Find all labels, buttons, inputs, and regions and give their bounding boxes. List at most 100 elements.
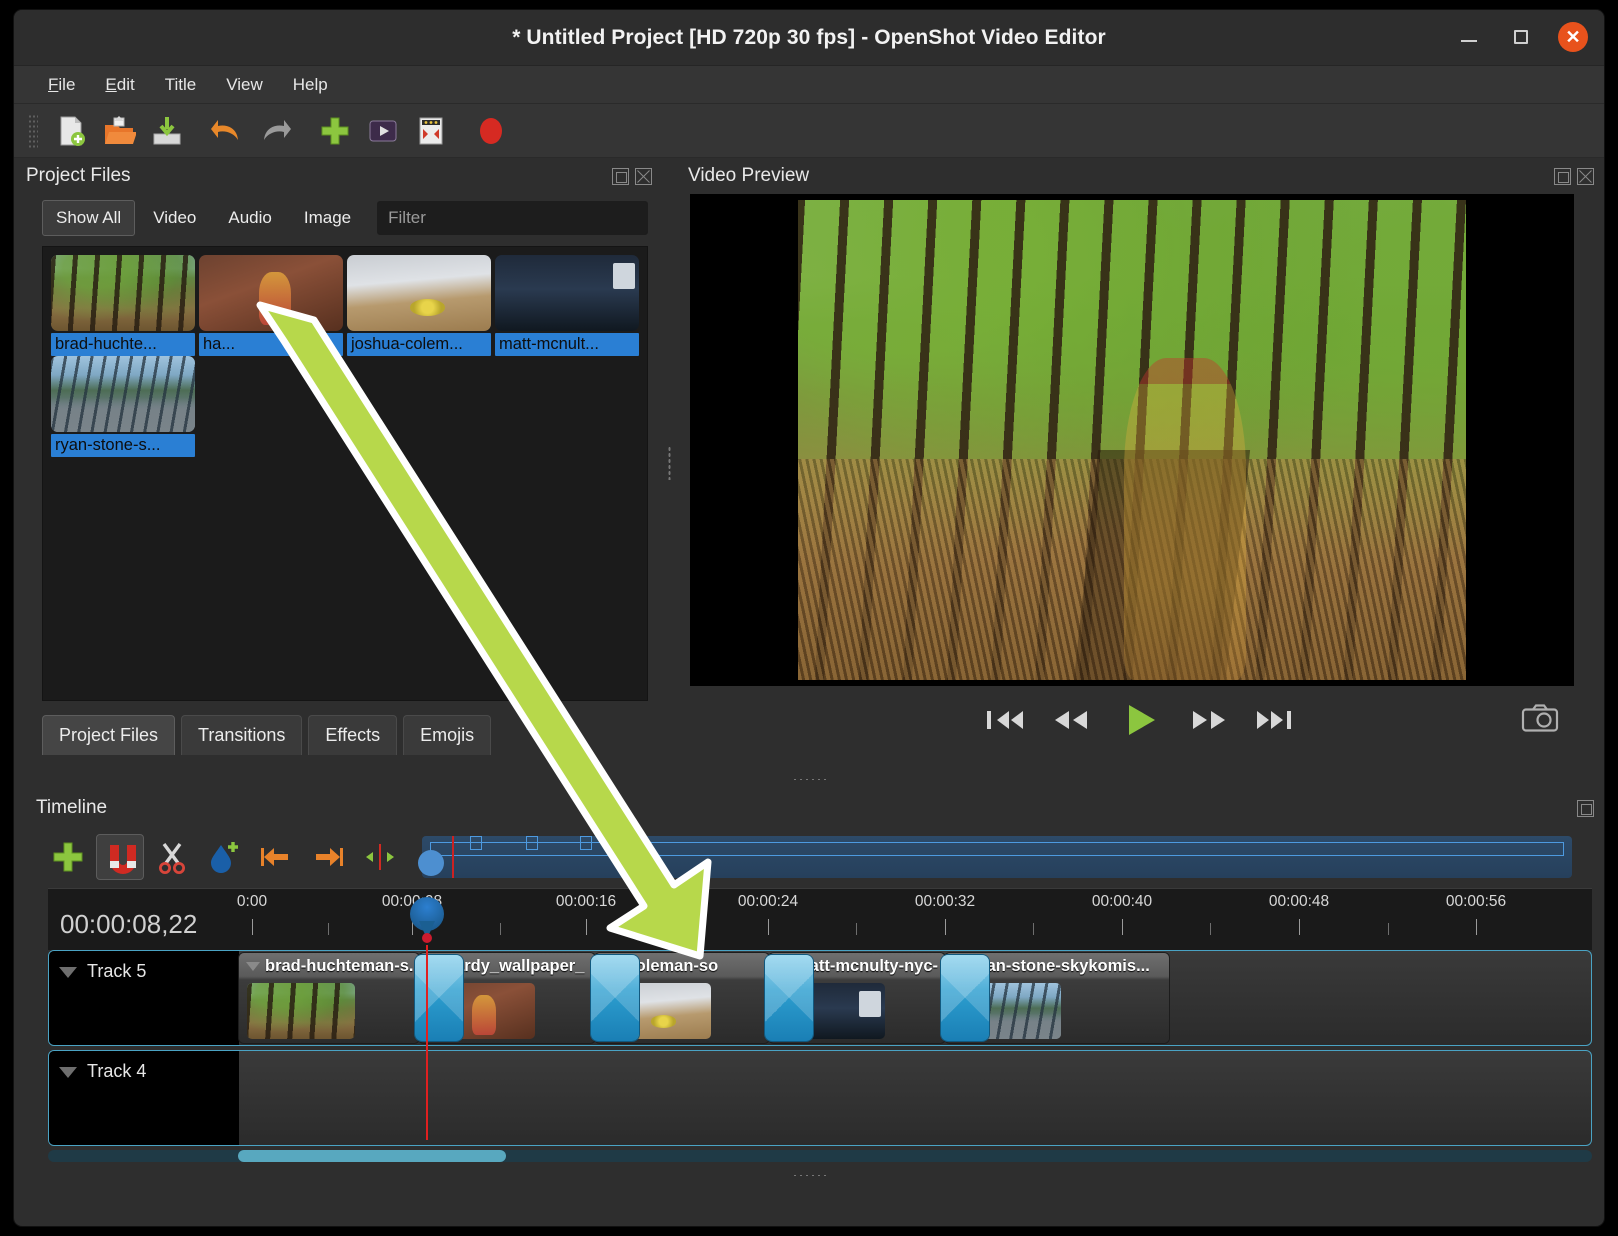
timeline-transition[interactable] [415,955,463,1041]
list-item[interactable]: matt-mcnult... [493,255,641,356]
tab-project-files[interactable]: Project Files [42,715,175,755]
undo-icon [210,114,244,148]
save-project-button[interactable] [144,109,190,153]
play-button[interactable] [1115,700,1165,740]
ruler-label: 00:00:16 [556,893,616,911]
fullscreen-icon [366,114,400,148]
add-marker-button[interactable] [200,834,248,880]
current-timecode: 00:00:08,22 [60,909,197,940]
filter-video-button[interactable]: Video [139,200,210,236]
float-panel-icon[interactable] [1577,800,1594,817]
timeline-hscrollbar-thumb[interactable] [238,1150,506,1162]
tab-effects[interactable]: Effects [308,715,397,755]
chevron-down-icon[interactable] [59,1067,77,1078]
razor-tool-button[interactable] [148,834,196,880]
horizontal-splitter[interactable] [14,768,1604,790]
list-item[interactable]: joshua-colem... [345,255,493,356]
track-header[interactable]: Track 4 [49,1051,239,1145]
timeline-ruler[interactable]: 00:00:08,22 0:00 00:00:08 00:00:16 00:00… [48,888,1592,950]
timeline-footer-splitter[interactable] [14,1162,1604,1188]
close-panel-icon[interactable] [1577,168,1594,185]
snapping-toggle-button[interactable] [96,834,144,880]
add-marker-icon [207,840,241,874]
zoom-tick [634,836,646,850]
project-files-grid: brad-huchte... ha... joshua-colem... mat… [49,255,641,457]
list-item[interactable]: ha... [197,255,345,356]
timeline-zoom-slider[interactable] [422,836,1572,878]
ruler-tick [768,919,769,935]
menu-help[interactable]: Help [281,71,340,99]
menu-file[interactable]: File [36,71,87,99]
timeline-hscrollbar[interactable] [48,1150,1592,1162]
center-playhead-button[interactable] [356,834,404,880]
panel-splitter[interactable] [662,158,676,768]
open-project-icon [102,114,136,148]
video-preview-frame[interactable] [752,200,1512,680]
video-preview-header: Video Preview [676,158,1604,194]
fullscreen-button[interactable] [360,109,406,153]
video-preview-panel: Video Preview [676,158,1604,768]
timeline-transition[interactable] [941,955,989,1041]
import-files-button[interactable] [312,109,358,153]
window-title: * Untitled Project [HD 720p 30 fps] - Op… [14,26,1604,50]
jump-to-start-icon [983,704,1027,736]
open-project-button[interactable] [96,109,142,153]
maximize-button[interactable] [1506,22,1536,52]
list-item[interactable]: ryan-stone-s... [49,356,197,457]
close-panel-icon[interactable] [635,168,652,185]
filter-show-all-button[interactable]: Show All [42,200,135,236]
next-marker-button[interactable] [304,834,352,880]
toolbar-grip[interactable] [28,114,38,148]
add-track-button[interactable] [44,834,92,880]
undo-button[interactable] [204,109,250,153]
tab-transitions[interactable]: Transitions [181,715,302,755]
float-panel-icon[interactable] [612,168,629,185]
record-button[interactable] [468,109,514,153]
timeline-clip[interactable]: brad-huchteman-s... [239,953,419,1043]
project-files-list[interactable]: brad-huchte... ha... joshua-colem... mat… [42,246,648,701]
track-row[interactable]: Track 5 brad-huchteman-s... hardy_wallpa… [48,950,1592,1046]
timeline-transition[interactable] [591,955,639,1041]
chevron-down-icon[interactable] [246,962,260,971]
new-project-button[interactable] [48,109,94,153]
clip-label: brad-huchteman-s... [239,953,419,976]
ruler-label: 00:00:40 [1092,893,1152,911]
track-label: Track 5 [87,961,146,982]
letterbox-left [752,200,798,680]
next-marker-icon [311,840,345,874]
zoom-handle-left[interactable] [418,850,444,876]
track-header[interactable]: Track 5 [49,951,239,1045]
menu-title[interactable]: Title [153,71,209,99]
playhead-marker[interactable] [410,897,444,941]
export-video-button[interactable] [408,109,454,153]
jump-to-start-button[interactable] [983,704,1027,736]
jump-to-end-button[interactable] [1253,704,1297,736]
splitter-grip-icon [792,1174,826,1177]
ruler-label: 00:00:48 [1269,893,1329,911]
chevron-down-icon[interactable] [59,967,77,978]
fast-forward-button[interactable] [1187,704,1231,736]
float-panel-icon[interactable] [1554,168,1571,185]
tab-emojis[interactable]: Emojis [403,715,491,755]
filter-image-button[interactable]: Image [290,200,365,236]
filter-search-input[interactable] [377,201,648,235]
letterbox-right [1466,200,1512,680]
save-frame-button[interactable] [1520,702,1560,739]
project-files-title: Project Files [26,165,612,187]
menu-edit[interactable]: Edit [93,71,146,99]
ruler-tick [678,923,679,935]
previous-marker-button[interactable] [252,834,300,880]
timeline-transition[interactable] [765,955,813,1041]
minimize-button[interactable] [1454,22,1484,52]
file-thumbnail [495,255,639,331]
zoom-handle-right[interactable] [636,850,662,876]
menu-view[interactable]: View [214,71,275,99]
video-preview-stage [690,194,1574,686]
redo-button[interactable] [252,109,298,153]
close-button[interactable]: ✕ [1558,22,1588,52]
list-item[interactable]: brad-huchte... [49,255,197,356]
ruler-tick [856,923,857,935]
filter-audio-button[interactable]: Audio [214,200,285,236]
track-row[interactable]: Track 4 [48,1050,1592,1146]
rewind-button[interactable] [1049,704,1093,736]
